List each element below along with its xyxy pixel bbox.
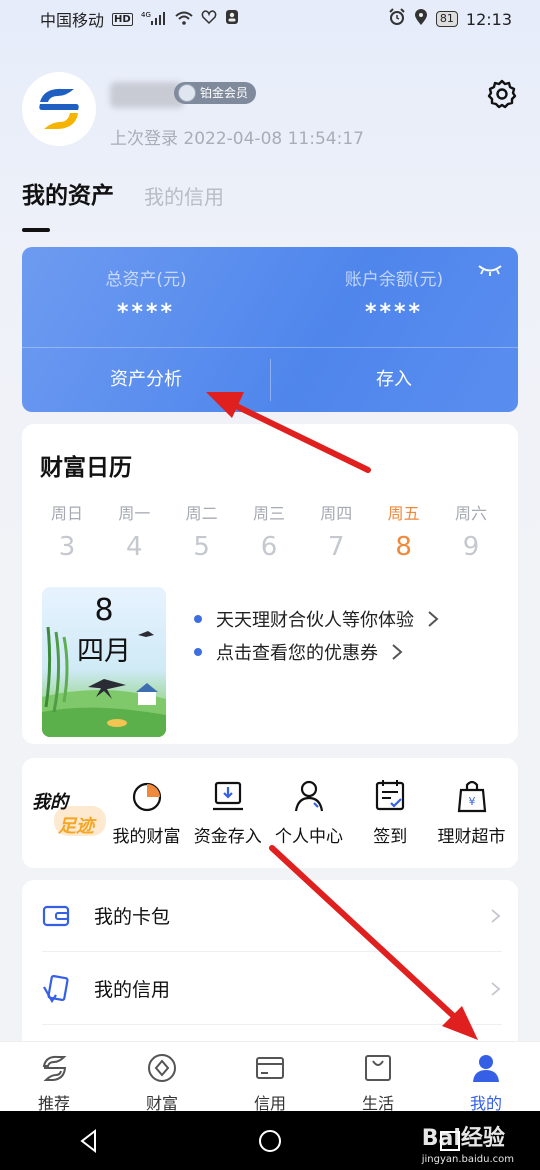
settings-button[interactable] — [486, 78, 518, 110]
last-login-text: 上次登录 2022-04-08 11:54:17 — [110, 129, 364, 149]
bag-icon — [365, 1055, 391, 1081]
calendar-illustration[interactable]: 8 四月 — [42, 587, 166, 737]
picture-day: 8 — [94, 593, 114, 628]
signal-icon: 4G — [141, 10, 167, 29]
promo-label: 天天理财合伙人等你体验 — [216, 609, 414, 631]
promo-list: 天天理财合伙人等你体验 点击查看您的优惠券 — [194, 602, 440, 668]
asset-tabs: 我的资产 我的信用 — [22, 176, 224, 232]
shortcut-my-wealth[interactable]: 我的财富 — [106, 758, 187, 868]
hd-icon: HD — [112, 12, 133, 26]
battery-icon: 81 — [435, 11, 458, 27]
carrier-label: 中国移动 — [40, 11, 105, 30]
nav-credit[interactable]: 信用 — [216, 1042, 324, 1113]
bullet-icon — [194, 647, 202, 656]
calendar-day-today[interactable]: 周五 8 — [373, 500, 435, 562]
bank-logo-icon — [39, 88, 79, 129]
chevron-right-icon — [392, 643, 403, 660]
chevron-right-icon — [491, 908, 501, 923]
home-icon[interactable] — [257, 1128, 283, 1154]
baidu-watermark: Bai经验 jingyan.baidu.com — [421, 1126, 514, 1165]
total-assets-label: 总资产(元) — [105, 270, 187, 290]
username-blurred — [110, 82, 184, 108]
nav-life[interactable]: 生活 — [324, 1042, 432, 1113]
shortcut-personal-center[interactable]: 个人中心 — [269, 758, 350, 868]
tab-my-credit[interactable]: 我的信用 — [144, 181, 224, 210]
status-bar: 中国移动 HD 4G 81 12:13 — [0, 0, 540, 38]
wifi-icon — [175, 10, 193, 29]
footprint-card: 我的 足迹 我的财富 资金存入 个人中心 签到 ¥ 理财超市 — [22, 758, 518, 868]
calendar-title: 财富日历 — [40, 455, 132, 481]
promo-link-coupons[interactable]: 点击查看您的优惠券 — [194, 635, 440, 668]
recommend-icon — [42, 1055, 67, 1081]
bullet-icon — [194, 614, 202, 623]
calendar-day[interactable]: 周二 5 — [171, 500, 233, 562]
menu-item-card-wallet[interactable]: 我的卡包 — [42, 880, 502, 952]
member-level-label: 铂金会员 — [200, 86, 249, 100]
svg-text:¥: ¥ — [468, 795, 475, 808]
alarm-icon — [388, 8, 406, 30]
clock-time: 12:13 — [465, 9, 512, 29]
location-icon — [414, 8, 428, 30]
shortcut-wealth-market[interactable]: ¥ 理财超市 — [431, 758, 512, 868]
shopping-bag-icon: ¥ — [457, 780, 486, 813]
total-assets-value: **** — [116, 300, 176, 325]
nav-wealth[interactable]: 财富 — [108, 1042, 216, 1113]
tab-my-assets[interactable]: 我的资产 — [22, 176, 114, 232]
calendar-day[interactable]: 周日 3 — [36, 500, 98, 562]
shortcut-check-in[interactable]: 签到 — [350, 758, 431, 868]
card-icon — [256, 1057, 284, 1079]
deposit-button[interactable]: 存入 — [270, 347, 518, 412]
diamond-icon — [178, 84, 196, 102]
wealth-calendar-card: 财富日历 周日 3 周一 4 周二 5 周三 6 周四 7 周五 8 周六 9 8 四月 天天… — [22, 424, 518, 744]
calendar-day[interactable]: 周一 4 — [103, 500, 165, 562]
bottom-navigation: 推荐 财富 信用 生活 我的 — [0, 1041, 540, 1113]
shortcut-fund-deposit[interactable]: 资金存入 — [187, 758, 268, 868]
balance-value: **** — [364, 300, 424, 325]
pie-chart-icon — [132, 782, 161, 812]
promo-link-partner[interactable]: 天天理财合伙人等你体验 — [194, 602, 440, 635]
total-assets: 总资产(元) **** — [22, 265, 270, 325]
member-badge[interactable]: 铂金会员 — [174, 82, 257, 104]
profile-header: 铂金会员 上次登录 2022-04-08 11:54:17 — [22, 70, 522, 150]
calendar-day[interactable]: 周六 9 — [440, 500, 502, 562]
asset-analysis-button[interactable]: 资产分析 — [22, 347, 270, 412]
nav-mine[interactable]: 我的 — [432, 1042, 540, 1113]
person-filled-icon — [473, 1055, 499, 1082]
footprint-shortcuts: 我的财富 资金存入 个人中心 签到 ¥ 理财超市 — [106, 758, 512, 868]
health-icon — [201, 9, 217, 29]
calendar-day[interactable]: 周四 7 — [305, 500, 367, 562]
credit-icon — [43, 974, 69, 1003]
promo-label: 点击查看您的优惠券 — [216, 642, 378, 664]
picture-month: 四月 — [77, 636, 131, 667]
svg-text:4G: 4G — [141, 11, 151, 19]
week-row: 周日 3 周一 4 周二 5 周三 6 周四 7 周五 8 周六 9 — [36, 500, 502, 562]
checkin-icon — [376, 780, 405, 811]
person-icon — [294, 780, 324, 812]
avatar[interactable] — [22, 72, 96, 146]
deposit-icon — [212, 781, 243, 811]
back-icon[interactable] — [77, 1128, 103, 1154]
footprint-logo: 我的 足迹 — [28, 780, 108, 850]
eye-closed-icon[interactable] — [478, 263, 502, 277]
menu-item-my-credit[interactable]: 我的信用 — [42, 953, 502, 1025]
shield-icon — [225, 9, 239, 29]
nav-recommend[interactable]: 推荐 — [0, 1042, 108, 1113]
wallet-icon — [42, 905, 70, 926]
menu-card: 我的卡包 我的信用 — [22, 880, 518, 1050]
calendar-day[interactable]: 周三 6 — [238, 500, 300, 562]
asset-card: 总资产(元) **** 账户余额(元) **** 资产分析 存入 — [22, 247, 518, 412]
chevron-right-icon — [428, 610, 439, 627]
gear-icon — [487, 79, 517, 109]
wealth-icon — [148, 1054, 176, 1082]
chevron-right-icon — [491, 981, 501, 996]
